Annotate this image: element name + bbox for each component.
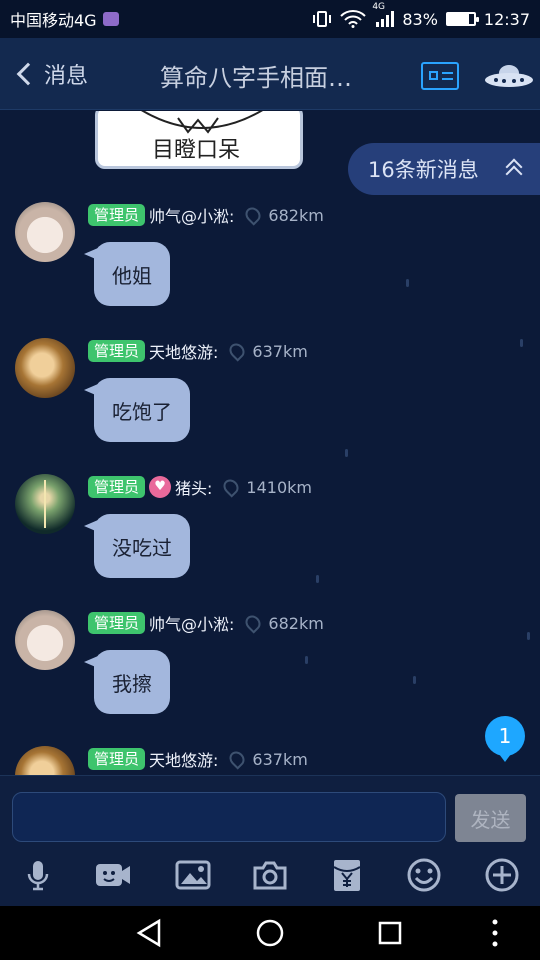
girl-avatar[interactable] [15, 746, 75, 775]
send-button[interactable]: 发送 [455, 794, 526, 842]
location-pin-icon [242, 204, 265, 226]
id-card-line [442, 78, 453, 80]
avatar-detail [44, 480, 46, 528]
nav-recents-icon[interactable] [375, 918, 405, 948]
new-messages-button[interactable]: 16条新消息 [348, 143, 540, 195]
ufo-menu-button[interactable] [484, 64, 534, 90]
nav-menu-icon[interactable] [480, 918, 510, 948]
cat-avatar[interactable] [15, 610, 75, 670]
message-bubble[interactable]: 我擦 [84, 650, 170, 714]
girl-avatar[interactable] [15, 338, 75, 398]
nav-back-icon[interactable] [135, 918, 165, 948]
sender-name[interactable]: 帅气@小淞: [149, 611, 234, 635]
chat-area[interactable]: 目瞪口呆 16条新消息 管理员 帅气@小淞: 682km 他姐 管理员 天地悠游… [0, 111, 540, 775]
mic-icon[interactable] [20, 857, 56, 893]
admin-badge: 管理员 [88, 748, 146, 770]
sender-name[interactable]: 猪头: [175, 475, 212, 499]
ufo-icon [485, 65, 533, 87]
message-bubble[interactable]: 吃饱了 [84, 378, 190, 442]
message-item: 管理员 天地悠游: 637km 吃饱了 [0, 338, 540, 468]
distance-label: 1410km [246, 477, 312, 497]
sender-name[interactable]: 天地悠游: [149, 747, 218, 771]
battery-icon [445, 12, 479, 26]
distance-label: 682km [268, 613, 324, 633]
sticker-caption: 目瞪口呆 [152, 138, 241, 163]
distance-label: 637km [252, 341, 308, 361]
message-item: 管理员 帅气@小淞: 682km 我擦 [0, 610, 540, 740]
night-sky-avatar[interactable] [15, 474, 75, 534]
chevron-left-icon [16, 62, 40, 86]
back-button[interactable]: 消息 [14, 58, 88, 90]
new-messages-label: 16条新消息 [368, 158, 479, 182]
red-packet-icon[interactable] [329, 857, 365, 893]
vibrate-icon [312, 10, 332, 28]
network-type-label: 4G [372, 2, 386, 12]
unread-count-badge[interactable]: 1 [485, 716, 525, 762]
admin-badge: 管理员 [88, 340, 146, 362]
location-pin-icon [226, 340, 249, 362]
status-bar: 中国移动4G 4G 83% 12:37 [0, 0, 540, 38]
emoji-icon[interactable] [406, 857, 442, 893]
carrier-label: 中国移动4G [10, 11, 97, 30]
wifi-icon [340, 10, 367, 28]
admin-badge: 管理员 [88, 204, 146, 226]
admin-badge: 管理员 [88, 612, 146, 634]
message-meta: 管理员 帅气@小淞: 682km [88, 612, 324, 634]
sender-name[interactable]: 天地悠游: [149, 339, 218, 363]
battery-percent: 83% [402, 9, 438, 29]
cat-avatar[interactable] [15, 202, 75, 262]
id-card-line [442, 72, 453, 74]
message-input[interactable] [12, 792, 446, 842]
system-nav-bar [0, 906, 540, 960]
video-icon[interactable] [95, 857, 131, 893]
chat-header: 消息 算命八字手相面… [0, 38, 540, 110]
admin-badge: 管理员 [88, 476, 146, 498]
message-bubble[interactable]: 他姐 [84, 242, 170, 306]
sticker-image[interactable]: 目瞪口呆 [95, 111, 303, 169]
message-meta: 管理员 天地悠游: 637km [88, 748, 308, 770]
message-meta: 管理员 ♥ 猪头: 1410km [88, 476, 312, 498]
location-pin-icon [220, 476, 243, 498]
plus-icon[interactable] [484, 857, 520, 893]
group-title[interactable]: 算命八字手相面… [160, 58, 390, 93]
composer-toolbar [0, 845, 540, 906]
nav-home-icon[interactable] [255, 918, 285, 948]
location-pin-icon [242, 612, 265, 634]
clock: 12:37 [483, 9, 530, 29]
group-card-button[interactable] [421, 62, 459, 90]
signal-icon: 4G [372, 2, 395, 28]
message-item: 管理员 帅气@小淞: 682km 他姐 [0, 202, 540, 332]
sender-name[interactable]: 帅气@小淞: [149, 203, 234, 227]
message-meta: 管理员 帅气@小淞: 682km [88, 204, 324, 226]
location-pin-icon [226, 748, 249, 770]
id-card-icon [429, 71, 438, 80]
distance-label: 682km [268, 205, 324, 225]
image-icon[interactable] [175, 857, 211, 893]
distance-label: 637km [252, 749, 308, 769]
camera-icon[interactable] [252, 857, 288, 893]
composer: 发送 [0, 775, 540, 845]
message-item: 管理员 天地悠游: 637km [0, 746, 540, 775]
message-item: 管理员 ♥ 猪头: 1410km 没吃过 [0, 474, 540, 604]
message-meta: 管理员 天地悠游: 637km [88, 340, 308, 362]
message-bubble[interactable]: 没吃过 [84, 514, 190, 578]
app-notification-icon [102, 12, 119, 26]
heart-icon: ♥ [149, 476, 172, 498]
back-label: 消息 [44, 64, 89, 89]
